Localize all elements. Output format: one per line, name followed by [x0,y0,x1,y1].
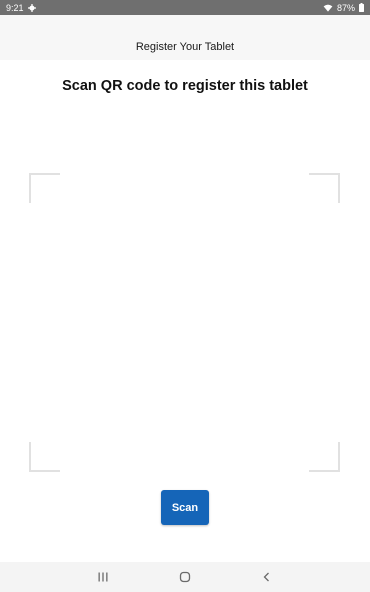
battery-percentage: 87% [336,2,355,13]
viewfinder-corner-bottom-right [309,442,340,472]
viewfinder-corner-bottom-left [29,442,60,472]
viewfinder-corner-top-left [29,173,60,203]
system-nav-bar [0,562,370,592]
status-time: 9:21 [6,2,24,13]
scan-button[interactable]: Scan [161,490,209,525]
home-icon[interactable] [176,568,194,586]
back-icon[interactable] [258,568,276,586]
status-right: 87% [323,3,364,13]
app-header: Register Your Tablet [0,15,370,60]
header-title: Register Your Tablet [135,41,235,53]
battery-icon [359,3,364,12]
recent-apps-icon[interactable] [94,568,112,586]
settings-gear-icon [27,3,36,12]
status-bar: 9:21 87% [0,0,370,15]
qr-scanner-viewfinder[interactable] [29,173,340,472]
status-left: 9:21 [6,3,36,13]
scan-instruction: Scan QR code to register this tablet [62,78,308,94]
wifi-icon [323,4,333,12]
viewfinder-corner-top-right [309,173,340,203]
